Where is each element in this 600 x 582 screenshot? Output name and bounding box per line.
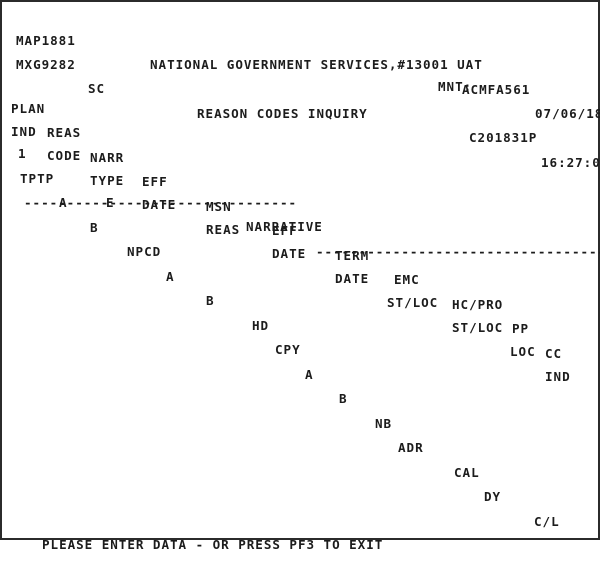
column-header-row-1: PLAN REAS NARR EFF MSN EFF TERM EMC HC/P… bbox=[2, 72, 598, 361]
terminal-screen[interactable]: MAP1881 NATIONAL GOVERNMENT SERVICES,#13… bbox=[2, 2, 600, 552]
terminal-line-1: MAP1881 NATIONAL GOVERNMENT SERVICES,#13… bbox=[2, 4, 600, 122]
status-line: PLEASE ENTER DATA - OR PRESS PF3 TO EXIT bbox=[2, 508, 598, 552]
data-input-row[interactable]: 1 E bbox=[2, 117, 598, 210]
status-message: PLEASE ENTER DATA - OR PRESS PF3 TO EXIT bbox=[42, 536, 384, 552]
column-header-row-2: IND CODE TYPE DATE REAS DATE DATE ST/LOC… bbox=[2, 95, 598, 384]
terminal-line-3: MNT: bbox=[2, 50, 598, 94]
detail-legend-row: TPTP A B NPCD A B HD CPY A B NB ADR CAL … bbox=[2, 142, 598, 529]
terminal-line-2: MXG9282 SC REASON CODES INQUIRY C201831P… bbox=[2, 28, 600, 170]
terminal-window: MAP1881 NATIONAL GOVERNMENT SERVICES,#13… bbox=[0, 0, 600, 552]
narrative-separator: -------------------------------- NARRATI… bbox=[2, 166, 600, 259]
narrative-body[interactable] bbox=[20, 190, 580, 490]
